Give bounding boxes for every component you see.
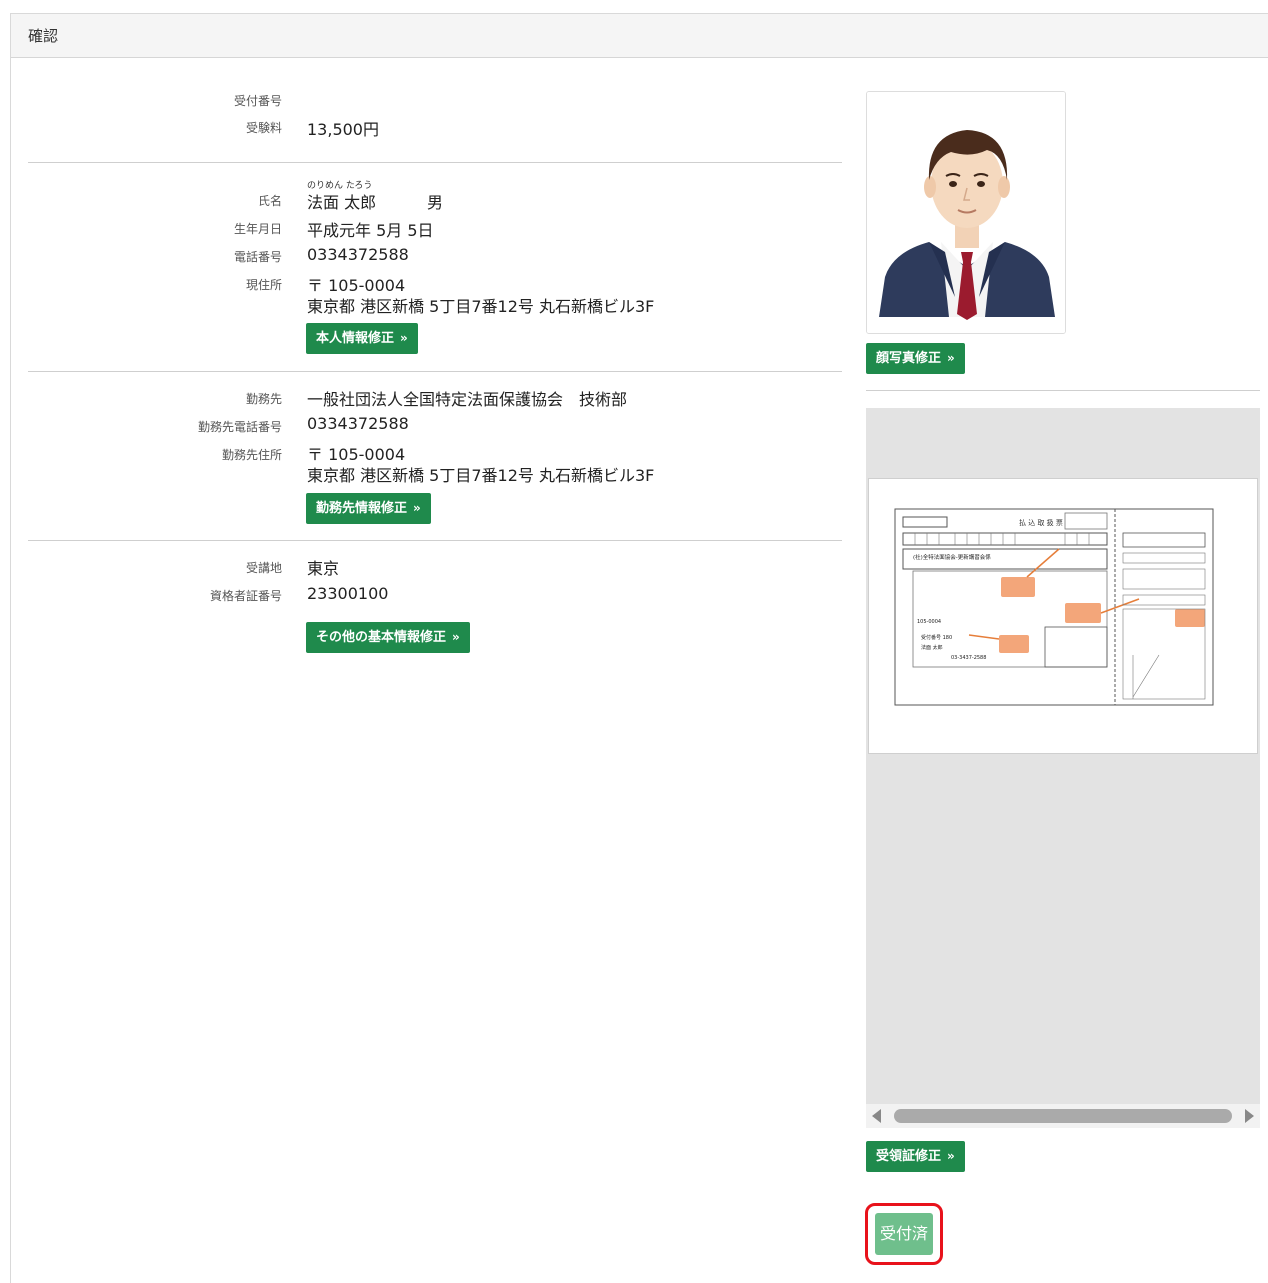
divider <box>28 371 842 372</box>
birthdate-label: 生年月日 <box>233 222 282 236</box>
cert-label: 資格者証番号 <box>209 589 282 603</box>
receipt-document: 払 込 取 扱 票 (社)全特法面協会-更新講習会係 105-0004 受付番号… <box>868 478 1258 754</box>
edit-work-label: 勤務先情報修正 <box>316 501 408 516</box>
chevron-right-icon: » <box>400 331 408 345</box>
receipt-number-label: 受付番号 <box>233 94 282 108</box>
edit-receipt-button[interactable]: 受領証修正 » <box>866 1141 965 1172</box>
address-line: 東京都 港区新橋 5丁目7番12号 丸石新橋ビル3F <box>307 297 655 316</box>
avatar <box>867 92 1065 333</box>
cert-value: 23300100 <box>307 584 389 603</box>
fee-value: 13,500円 <box>307 120 379 139</box>
venue-value: 東京 <box>307 559 340 578</box>
venue-label: 受講地 <box>245 561 282 575</box>
chevron-right-icon: » <box>413 501 421 515</box>
name-label: 氏名 <box>257 194 282 208</box>
scroll-right-arrow-icon[interactable] <box>1245 1109 1254 1123</box>
divider <box>28 540 842 541</box>
work-address-label: 勤務先住所 <box>221 448 282 462</box>
divider <box>866 390 1260 391</box>
address-label: 現住所 <box>245 278 282 292</box>
edit-personal-label: 本人情報修正 <box>316 331 395 346</box>
work-phone-label: 勤務先電話番号 <box>197 420 282 434</box>
slip-zip: 105-0004 <box>917 619 941 625</box>
gender-value: 男 <box>427 193 444 212</box>
edit-work-button[interactable]: 勤務先情報修正 » <box>306 493 431 524</box>
chevron-right-icon: » <box>452 630 460 644</box>
work-phone-value: 0334372588 <box>307 414 409 433</box>
profile-photo <box>866 91 1066 334</box>
chevron-right-icon: » <box>947 1149 955 1163</box>
payment-slip-image: 払 込 取 扱 票 (社)全特法面協会-更新講習会係 105-0004 受付番号… <box>894 508 1214 706</box>
slip-payer: 法面 太郎 <box>921 644 943 651</box>
phone-value: 0334372588 <box>307 245 409 264</box>
page-title: 確認 <box>28 27 59 45</box>
accepted-button[interactable]: 受付済 <box>875 1213 933 1255</box>
name-value: 法面 太郎 <box>307 193 377 212</box>
edit-personal-button[interactable]: 本人情報修正 » <box>306 323 418 354</box>
panel-header: 確認 <box>11 14 1268 58</box>
chevron-right-icon: » <box>947 351 955 365</box>
edit-receipt-label: 受領証修正 <box>876 1149 942 1164</box>
slip-title: 払 込 取 扱 票 <box>1019 518 1063 527</box>
slip-receipt-no: 受付番号 180 <box>921 634 952 641</box>
scroll-thumb[interactable] <box>894 1109 1232 1123</box>
horizontal-scrollbar[interactable] <box>866 1104 1260 1128</box>
work-address-line: 東京都 港区新橋 5丁目7番12号 丸石新橋ビル3F <box>307 466 655 485</box>
receipt-viewer[interactable]: 払 込 取 扱 票 (社)全特法面協会-更新講習会係 105-0004 受付番号… <box>866 408 1260 1104</box>
phone-label: 電話番号 <box>233 250 282 264</box>
scroll-left-arrow-icon[interactable] <box>872 1109 881 1123</box>
employer-label: 勤務先 <box>245 392 282 406</box>
divider <box>28 162 842 163</box>
slip-phone: 03-3437-2588 <box>951 655 986 661</box>
birthdate-value: 平成元年 5月 5日 <box>307 221 434 240</box>
edit-photo-button[interactable]: 顔写真修正 » <box>866 343 965 374</box>
employer-value: 一般社団法人全国特定法面保護協会 技術部 <box>307 390 628 409</box>
edit-other-label: その他の基本情報修正 <box>316 630 447 645</box>
fee-label: 受験料 <box>245 121 282 135</box>
edit-photo-label: 顔写真修正 <box>876 351 942 366</box>
slip-account-name: (社)全特法面協会-更新講習会係 <box>913 553 991 561</box>
highlight-outline: 受付済 <box>865 1203 943 1265</box>
edit-other-button[interactable]: その他の基本情報修正 » <box>306 622 470 653</box>
